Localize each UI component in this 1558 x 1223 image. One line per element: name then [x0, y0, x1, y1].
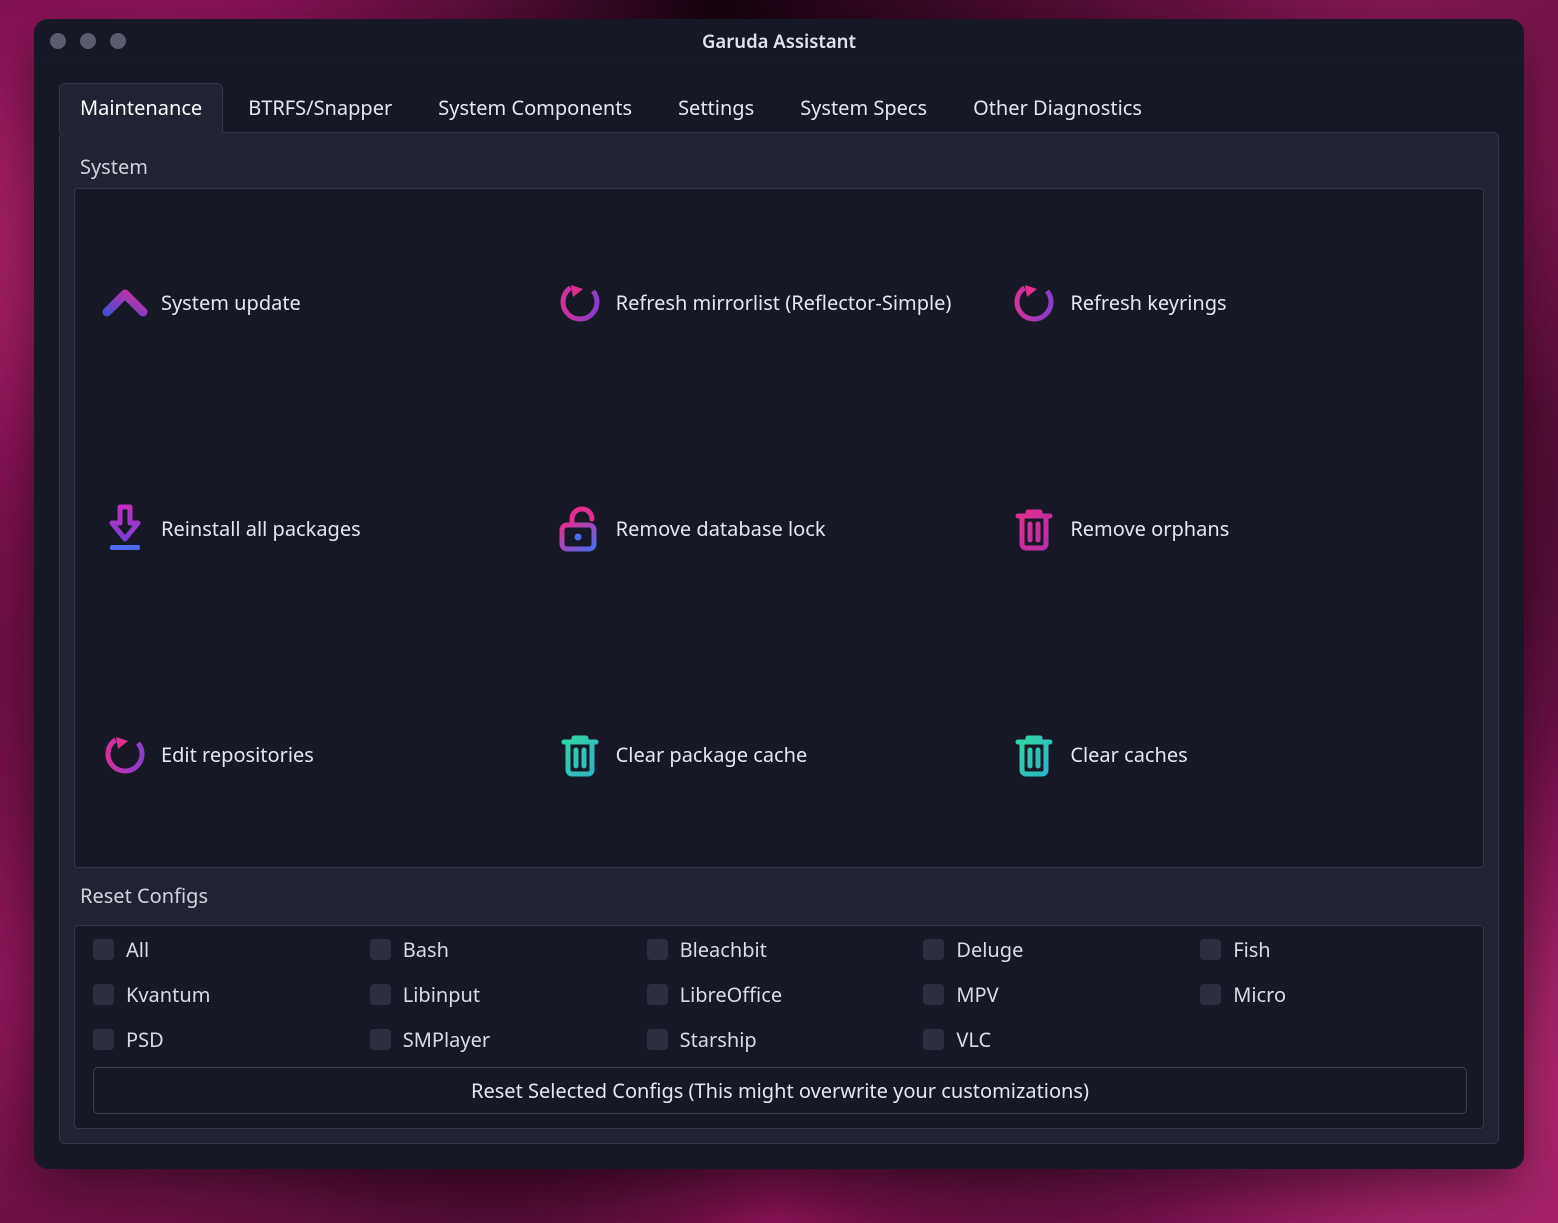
checkbox-icon: [93, 939, 114, 960]
checkbox-icon: [647, 984, 668, 1005]
minimize-window-button[interactable]: [80, 33, 96, 49]
refresh-mirrorlist-button[interactable]: Refresh mirrorlist (Reflector-Simple): [552, 272, 1007, 332]
tab-btrfs-snapper[interactable]: BTRFS/Snapper: [227, 83, 413, 133]
clear-package-cache-button[interactable]: Clear package cache: [552, 724, 1007, 784]
checkbox-label: Libinput: [403, 981, 480, 1008]
action-label: System update: [161, 289, 301, 316]
system-panel: System update Refresh mirrorlist (Reflec…: [74, 188, 1484, 868]
checkbox-label: Deluge: [956, 936, 1023, 963]
checkbox-label: MPV: [956, 981, 998, 1008]
refresh-icon: [1008, 276, 1060, 328]
titlebar: Garuda Assistant: [34, 19, 1524, 64]
reset-configs-grid: All Bash Bleachbit Deluge Fish Kvantum L…: [93, 936, 1465, 1053]
refresh-icon: [554, 276, 606, 328]
window-title: Garuda Assistant: [34, 29, 1524, 54]
checkbox-icon: [1200, 984, 1221, 1005]
action-label: Edit repositories: [161, 741, 314, 768]
checkbox-label: Starship: [680, 1026, 757, 1053]
action-label: Remove database lock: [616, 515, 826, 542]
close-window-button[interactable]: [50, 33, 66, 49]
checkbox-label: Micro: [1233, 981, 1286, 1008]
tab-label: Other Diagnostics: [973, 94, 1142, 121]
checkbox-label: Kvantum: [126, 981, 210, 1008]
download-icon: [99, 502, 151, 554]
checkbox-label: Bleachbit: [680, 936, 767, 963]
reset-configs-title: Reset Configs: [80, 882, 1484, 909]
tabs-bar: Maintenance BTRFS/Snapper System Compone…: [34, 64, 1524, 132]
tab-other-diagnostics[interactable]: Other Diagnostics: [952, 83, 1163, 133]
tab-label: BTRFS/Snapper: [248, 94, 392, 121]
checkbox-all[interactable]: All: [93, 936, 358, 963]
checkbox-fish[interactable]: Fish: [1200, 936, 1465, 963]
checkbox-starship[interactable]: Starship: [647, 1026, 912, 1053]
window-controls: [50, 33, 126, 49]
checkbox-vlc[interactable]: VLC: [923, 1026, 1188, 1053]
remove-orphans-button[interactable]: Remove orphans: [1006, 498, 1461, 558]
checkbox-icon: [923, 939, 944, 960]
refresh-icon: [99, 728, 151, 780]
checkbox-icon: [1200, 939, 1221, 960]
tab-content: System System update Refresh mirrorlist …: [59, 132, 1499, 1144]
remove-db-lock-button[interactable]: Remove database lock: [552, 498, 1007, 558]
button-label: Reset Selected Configs (This might overw…: [471, 1077, 1089, 1104]
checkbox-label: PSD: [126, 1026, 164, 1053]
checkbox-bash[interactable]: Bash: [370, 936, 635, 963]
checkbox-icon: [647, 939, 668, 960]
checkbox-libreoffice[interactable]: LibreOffice: [647, 981, 912, 1008]
trash-icon: [1008, 728, 1060, 780]
tab-settings[interactable]: Settings: [657, 83, 775, 133]
tab-label: System Specs: [800, 94, 927, 121]
checkbox-label: SMPlayer: [403, 1026, 490, 1053]
checkbox-icon: [93, 1029, 114, 1050]
chevron-up-icon: [99, 276, 151, 328]
trash-icon: [554, 728, 606, 780]
checkbox-label: Bash: [403, 936, 449, 963]
checkbox-icon: [923, 984, 944, 1005]
checkbox-kvantum[interactable]: Kvantum: [93, 981, 358, 1008]
maximize-window-button[interactable]: [110, 33, 126, 49]
checkbox-label: All: [126, 936, 149, 963]
checkbox-icon: [370, 1029, 391, 1050]
checkbox-micro[interactable]: Micro: [1200, 981, 1465, 1008]
action-label: Clear package cache: [616, 741, 808, 768]
checkbox-libinput[interactable]: Libinput: [370, 981, 635, 1008]
checkbox-label: VLC: [956, 1026, 991, 1053]
checkbox-bleachbit[interactable]: Bleachbit: [647, 936, 912, 963]
reinstall-packages-button[interactable]: Reinstall all packages: [97, 498, 552, 558]
checkbox-icon: [923, 1029, 944, 1050]
system-group-title: System: [80, 153, 1484, 180]
checkbox-mpv[interactable]: MPV: [923, 981, 1188, 1008]
tab-label: Settings: [678, 94, 754, 121]
checkbox-icon: [647, 1029, 668, 1050]
checkbox-smplayer[interactable]: SMPlayer: [370, 1026, 635, 1053]
checkbox-icon: [370, 984, 391, 1005]
reset-selected-configs-button[interactable]: Reset Selected Configs (This might overw…: [93, 1067, 1467, 1114]
reset-configs-panel: All Bash Bleachbit Deluge Fish Kvantum L…: [74, 925, 1484, 1129]
refresh-keyrings-button[interactable]: Refresh keyrings: [1006, 272, 1461, 332]
trash-icon: [1008, 502, 1060, 554]
action-label: Refresh mirrorlist (Reflector-Simple): [616, 289, 952, 316]
checkbox-psd[interactable]: PSD: [93, 1026, 358, 1053]
clear-caches-button[interactable]: Clear caches: [1006, 724, 1461, 784]
checkbox-label: LibreOffice: [680, 981, 783, 1008]
checkbox-icon: [370, 939, 391, 960]
checkbox-deluge[interactable]: Deluge: [923, 936, 1188, 963]
action-label: Refresh keyrings: [1070, 289, 1226, 316]
tab-label: Maintenance: [80, 94, 202, 121]
system-update-button[interactable]: System update: [97, 272, 552, 332]
tab-system-specs[interactable]: System Specs: [779, 83, 948, 133]
tab-label: System Components: [438, 94, 632, 121]
checkbox-icon: [93, 984, 114, 1005]
tab-maintenance[interactable]: Maintenance: [59, 83, 223, 133]
desktop-wallpaper: Garuda Assistant Maintenance BTRFS/Snapp…: [0, 0, 1558, 1223]
action-label: Clear caches: [1070, 741, 1187, 768]
checkbox-label: Fish: [1233, 936, 1270, 963]
edit-repositories-button[interactable]: Edit repositories: [97, 724, 552, 784]
lock-open-icon: [554, 502, 606, 554]
app-window: Garuda Assistant Maintenance BTRFS/Snapp…: [34, 19, 1524, 1169]
action-label: Reinstall all packages: [161, 515, 361, 542]
tab-system-components[interactable]: System Components: [417, 83, 653, 133]
action-label: Remove orphans: [1070, 515, 1229, 542]
